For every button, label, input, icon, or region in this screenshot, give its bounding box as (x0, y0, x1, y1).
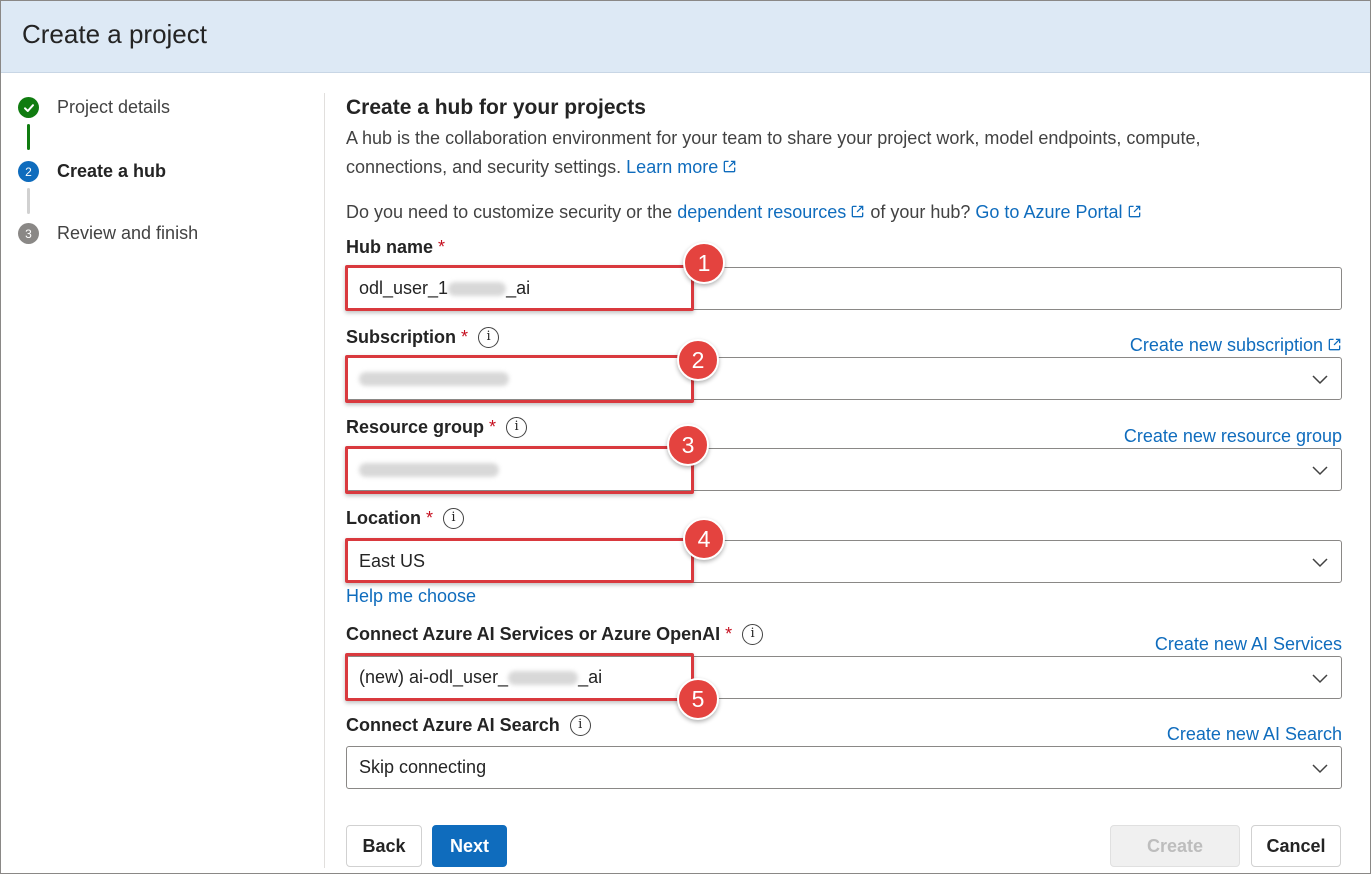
step-badge: 4 (683, 518, 725, 560)
step-connector (27, 124, 30, 150)
panel-divider (324, 93, 325, 868)
check-icon (18, 97, 39, 118)
section-heading: Create a hub for your projects (346, 96, 646, 119)
ai-search-select[interactable]: Skip connecting (346, 746, 1342, 789)
chevron-down-icon (1312, 764, 1328, 774)
hub-name-label: Hub name * (346, 237, 445, 258)
ai-search-label: Connect Azure AI Search i (346, 715, 591, 736)
external-link-icon (852, 205, 864, 218)
cancel-button[interactable]: Cancel (1251, 825, 1341, 867)
chevron-down-icon (1312, 375, 1328, 385)
next-button[interactable]: Next (432, 825, 507, 867)
info-icon[interactable]: i (742, 624, 764, 645)
chevron-down-icon (1312, 558, 1328, 568)
dependent-resources-link[interactable]: dependent resources (677, 202, 865, 222)
customize-question: Do you need to customize security or the… (346, 202, 1142, 223)
chevron-down-icon (1312, 466, 1328, 476)
step-number-badge: 3 (18, 223, 39, 244)
highlight-box (345, 355, 694, 403)
description-text: A hub is the collaboration environment f… (346, 128, 1201, 177)
ai-services-label: Connect Azure AI Services or Azure OpenA… (346, 624, 764, 645)
help-me-choose-link[interactable]: Help me choose (346, 586, 476, 607)
step-label: Review and finish (57, 223, 199, 243)
chevron-down-icon (1312, 674, 1328, 684)
required-marker: * (725, 624, 733, 644)
resource-group-label-text: Resource group (346, 417, 485, 437)
highlight-box (345, 653, 694, 701)
highlight-box (345, 538, 694, 583)
required-marker: * (426, 508, 434, 528)
subscription-label: Subscription * i (346, 327, 500, 348)
step-label: Create a hub (57, 161, 167, 181)
info-icon[interactable]: i (506, 417, 528, 438)
create-button[interactable]: Create (1110, 825, 1240, 867)
info-icon[interactable]: i (443, 508, 465, 529)
external-link-icon (723, 160, 736, 173)
azure-portal-label: Go to Azure Portal (975, 202, 1123, 222)
step-project-details[interactable]: Project details (18, 97, 170, 118)
dialog-title: Create a project (22, 19, 207, 49)
step-label: Project details (57, 97, 171, 117)
resource-group-label: Resource group * i (346, 417, 528, 438)
step-review-finish[interactable]: 3 Review and finish (18, 223, 198, 244)
location-label-text: Location (346, 508, 421, 528)
back-button[interactable]: Back (346, 825, 422, 867)
azure-portal-link[interactable]: Go to Azure Portal (975, 202, 1141, 222)
step-badge: 5 (677, 678, 719, 720)
dependent-resources-label: dependent resources (677, 202, 847, 222)
external-link-icon (1128, 205, 1140, 218)
required-marker: * (438, 237, 446, 257)
info-icon[interactable]: i (569, 715, 591, 736)
highlight-box (345, 265, 694, 311)
step-badge: 3 (667, 424, 709, 466)
step-create-hub[interactable]: 2 Create a hub (18, 161, 166, 182)
learn-more-label: Learn more (626, 157, 719, 177)
create-subscription-link[interactable]: Create new subscription (1130, 335, 1342, 356)
section-description: A hub is the collaboration environment f… (346, 124, 1306, 182)
required-marker: * (489, 417, 497, 437)
ai-search-value: Skip connecting (359, 757, 487, 777)
step-badge: 2 (677, 339, 719, 381)
step-number-badge: 2 (18, 161, 39, 182)
external-link-icon (1328, 338, 1341, 351)
subscription-label-text: Subscription (346, 327, 457, 347)
step-badge: 1 (683, 242, 725, 284)
required-marker: * (461, 327, 469, 347)
info-icon[interactable]: i (478, 327, 500, 348)
create-resource-group-label: Create new resource group (1123, 426, 1342, 446)
create-ai-services-link[interactable]: Create new AI Services (1155, 634, 1342, 655)
create-ai-search-link[interactable]: Create new AI Search (1167, 724, 1342, 745)
ai-services-label-text: Connect Azure AI Services or Azure OpenA… (346, 624, 721, 644)
hub-name-label-text: Hub name (346, 237, 434, 257)
create-subscription-label: Create new subscription (1129, 335, 1323, 355)
step-connector (27, 188, 30, 214)
dialog-header: Create a project (1, 1, 1370, 73)
learn-more-link[interactable]: Learn more (626, 157, 737, 177)
ai-search-label-text: Connect Azure AI Search (346, 715, 560, 735)
highlight-box (345, 446, 694, 494)
create-resource-group-link[interactable]: Create new resource group (1124, 426, 1342, 447)
question-suffix: of your hub? (870, 202, 971, 222)
location-label: Location * i (346, 508, 465, 529)
question-prefix: Do you need to customize security or the (346, 202, 673, 222)
